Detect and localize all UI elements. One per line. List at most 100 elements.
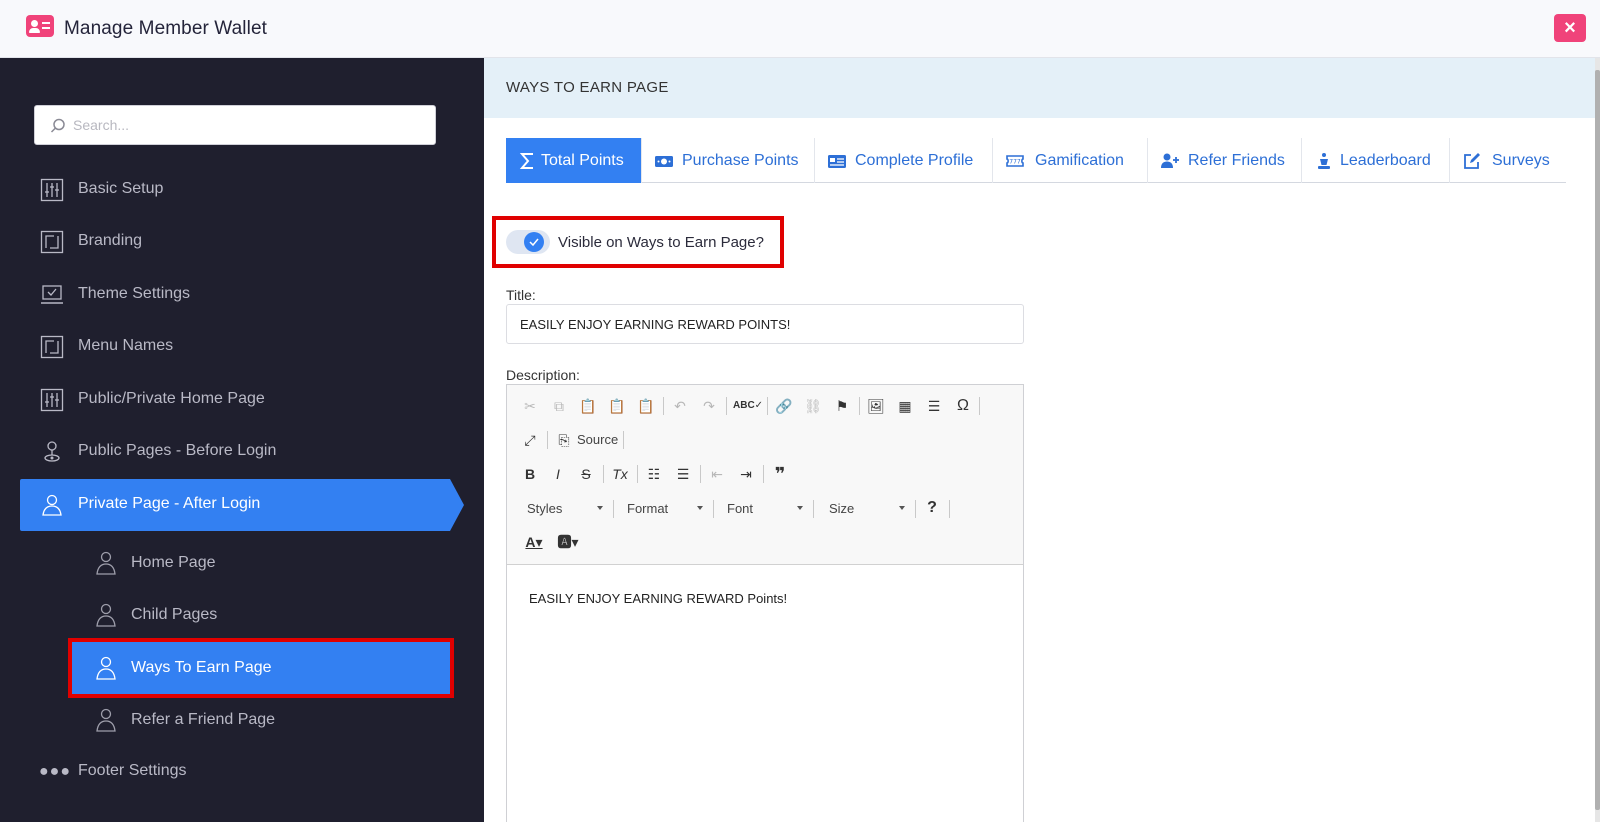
sidebar-item-branding[interactable]: Branding <box>20 216 450 268</box>
search-box[interactable] <box>34 105 436 145</box>
svg-text:777: 777 <box>1009 159 1021 166</box>
tab-label: Total Points <box>541 152 624 169</box>
sidebar-item-footer-settings[interactable]: ●●● Footer Settings <box>20 746 450 798</box>
sidebar-item-label: Menu Names <box>78 337 174 354</box>
outdent-icon[interactable]: ⇤ <box>706 463 728 485</box>
sidebar-subitem-ways-to-earn[interactable]: Ways To Earn Page <box>68 638 454 698</box>
sidebar-item-theme-settings[interactable]: Theme Settings <box>20 269 450 321</box>
editor-content[interactable]: EASILY ENJOY EARNING REWARD Points! <box>529 591 787 606</box>
special-char-icon[interactable]: Ω <box>952 395 974 417</box>
tab-bar: Total Points Purchase Points Complete Pr… <box>506 138 1566 183</box>
sidebar-item-label: Private Page - After Login <box>78 495 261 512</box>
sidebar-subitem-child-pages[interactable]: Child Pages <box>72 589 450 641</box>
scrollbar[interactable] <box>1595 58 1600 822</box>
format-dropdown[interactable]: Format <box>627 497 707 521</box>
user-plus-icon <box>1161 153 1179 168</box>
title-bar: Manage Member Wallet × <box>0 0 1600 58</box>
undo-icon[interactable]: ↶ <box>669 395 691 417</box>
font-dropdown[interactable]: Font <box>727 497 807 521</box>
visibility-toggle[interactable] <box>506 230 550 254</box>
help-icon[interactable]: ? <box>921 497 943 519</box>
tab-total-points[interactable]: Total Points <box>506 138 642 183</box>
sidebar-item-basic-setup[interactable]: Basic Setup <box>20 164 450 216</box>
user-pin-icon <box>44 441 60 462</box>
title-input[interactable] <box>506 304 1024 344</box>
tab-label: Complete Profile <box>855 152 974 169</box>
sidebar-subitem-label: Home Page <box>131 554 216 571</box>
tab-leaderboard[interactable]: Leaderboard <box>1302 138 1450 183</box>
sliders-icon <box>40 388 64 412</box>
redo-icon[interactable]: ↷ <box>698 395 720 417</box>
tab-purchase-points[interactable]: Purchase Points <box>642 138 815 183</box>
tab-refer-friends[interactable]: Refer Friends <box>1148 138 1302 183</box>
source-button[interactable]: Source <box>577 429 621 453</box>
numbered-list-icon[interactable]: ☷ <box>643 463 665 485</box>
square-frame-icon <box>40 230 64 254</box>
section-title: WAYS TO EARN PAGE <box>506 79 669 96</box>
sidebar-item-label: Public Pages - Before Login <box>78 442 277 459</box>
remove-format-icon[interactable]: Tx <box>609 463 631 485</box>
sidebar-item-menu-names[interactable]: Menu Names <box>20 321 450 373</box>
unlink-icon[interactable]: ⛓ <box>802 395 824 417</box>
link-icon[interactable]: 🔗 <box>773 395 795 417</box>
paste-word-icon[interactable]: 📋 <box>635 395 657 417</box>
paste-icon[interactable]: 📋 <box>577 395 599 417</box>
user-icon <box>42 494 62 516</box>
tab-gamification[interactable]: 777 Gamification <box>993 138 1148 183</box>
search-input[interactable] <box>73 106 423 144</box>
tab-complete-profile[interactable]: Complete Profile <box>815 138 993 183</box>
cut-icon[interactable]: ✂ <box>519 395 541 417</box>
bold-icon[interactable]: B <box>519 463 541 485</box>
tab-label: Refer Friends <box>1188 152 1285 169</box>
font-label: Font <box>727 501 754 516</box>
money-icon <box>655 156 673 167</box>
sigma-icon <box>519 153 533 169</box>
format-label: Format <box>627 501 669 516</box>
styles-dropdown[interactable]: Styles <box>527 497 607 521</box>
sidebar-item-public-private-home[interactable]: Public/Private Home Page <box>20 374 450 426</box>
main-panel: WAYS TO EARN PAGE Total Points Purchase … <box>484 58 1600 822</box>
window-title: Manage Member Wallet <box>64 18 267 39</box>
sidebar-item-label: Footer Settings <box>78 762 187 779</box>
blockquote-icon[interactable]: ❞ <box>769 463 791 485</box>
spellcheck-icon[interactable]: ABC✓ <box>733 395 763 417</box>
tab-label: Purchase Points <box>682 152 799 169</box>
indent-icon[interactable]: ⇥ <box>735 463 757 485</box>
table-icon[interactable]: ▦ <box>894 395 916 417</box>
square-frame-icon <box>40 335 64 359</box>
title-label: Title: <box>506 287 536 303</box>
image-icon[interactable]: 🖼 <box>865 395 887 417</box>
sidebar-subitem-label: Refer a Friend Page <box>131 711 276 728</box>
sidebar-subitem-refer-friend[interactable]: Refer a Friend Page <box>72 694 450 746</box>
sidebar-item-label: Public/Private Home Page <box>78 390 265 407</box>
paste-text-icon[interactable]: 📋 <box>606 395 628 417</box>
bulleted-list-icon[interactable]: ☰ <box>672 463 694 485</box>
member-card-icon <box>26 15 54 37</box>
strike-icon[interactable]: S <box>575 463 597 485</box>
sidebar-item-label: Branding <box>78 232 143 249</box>
horizontal-line-icon[interactable]: ☰ <box>923 395 945 417</box>
maximize-icon[interactable]: ⤢ <box>519 429 541 451</box>
copy-icon[interactable]: ⧉ <box>548 395 570 417</box>
text-color-icon[interactable]: A▾ <box>519 531 549 553</box>
styles-label: Styles <box>527 501 563 516</box>
editor-toolbar: ✂ ⧉ 📋 📋 📋 ↶ ↷ ABC✓ 🔗 ⛓ ⚑ 🖼 ▦ ☰ Ω ⤢ ⎘ Sou… <box>507 385 1023 565</box>
description-label: Description: <box>506 367 580 383</box>
check-icon <box>524 232 544 252</box>
sidebar-item-private-page[interactable]: Private Page - After Login <box>20 479 464 531</box>
size-dropdown[interactable]: Size <box>829 497 909 521</box>
close-button[interactable]: × <box>1554 14 1586 42</box>
section-header: WAYS TO EARN PAGE <box>484 58 1600 118</box>
chess-icon <box>1318 153 1330 169</box>
visibility-toggle-row: Visible on Ways to Earn Page? <box>492 216 784 268</box>
sidebar-subitem-home-page[interactable]: Home Page <box>72 537 450 589</box>
sidebar-item-public-pages[interactable]: Public Pages - Before Login <box>20 426 450 478</box>
anchor-flag-icon[interactable]: ⚑ <box>831 395 853 417</box>
source-icon[interactable]: ⎘ <box>553 429 575 451</box>
background-color-icon[interactable]: 🅰▾ <box>553 531 583 553</box>
tab-label: Leaderboard <box>1340 152 1431 169</box>
tab-surveys[interactable]: Surveys <box>1450 138 1566 183</box>
italic-icon[interactable]: I <box>547 463 569 485</box>
sidebar-subitem-label: Ways To Earn Page <box>131 659 272 676</box>
tab-label: Surveys <box>1492 152 1550 169</box>
